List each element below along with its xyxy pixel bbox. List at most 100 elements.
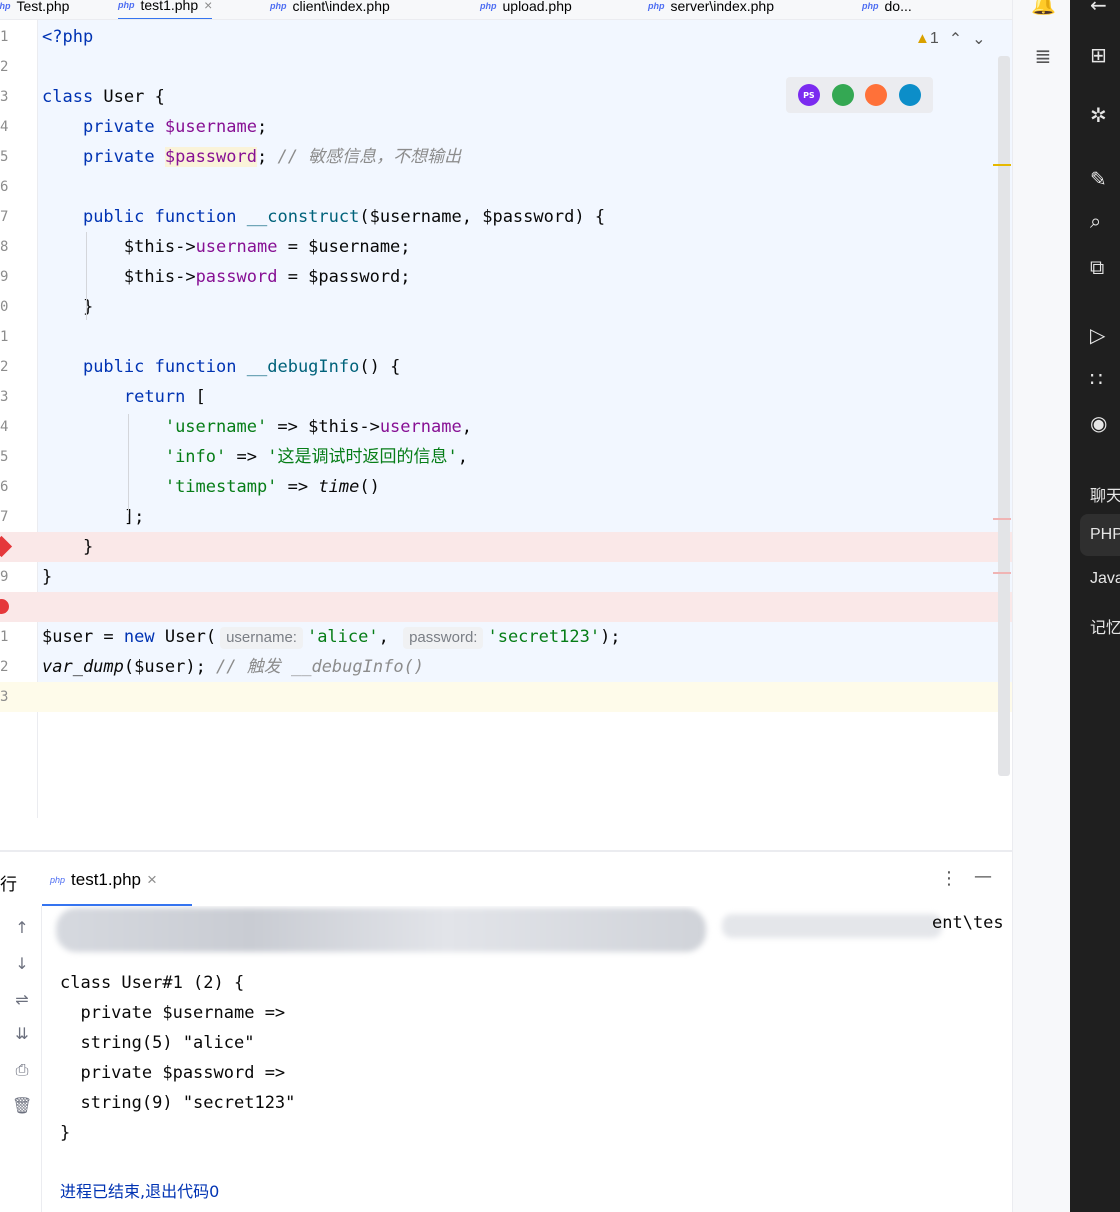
inspection-widget[interactable]: ▲1 ⌃ ⌄ [915,28,986,50]
line-number[interactable]: 9 [0,262,12,292]
code-text[interactable]: $this->password = $password; [42,262,411,292]
close-icon[interactable]: × [204,0,212,13]
line-number[interactable]: 8 [0,232,12,262]
apps-icon[interactable]: ∷ [1090,366,1116,392]
code-line[interactable]: 6 [0,172,1012,202]
code-text[interactable]: $user = new User(username:'alice', passw… [42,622,621,652]
chrome-icon[interactable] [831,84,854,106]
chevron-down-icon[interactable]: ⌄ [972,29,985,49]
code-line[interactable]: 9} [0,562,1012,592]
tab-5[interactable]: php do... [862,0,912,19]
code-text[interactable]: return [ [42,382,206,412]
code-text[interactable]: public function __construct($username, $… [42,202,605,232]
code-text[interactable]: class User { [42,82,165,112]
line-number[interactable]: 2 [0,652,12,682]
line-number[interactable]: 0 [0,292,12,322]
code-line[interactable]: 0 [0,592,1012,622]
line-number[interactable]: 9 [0,562,12,592]
edge-icon[interactable] [899,84,922,106]
code-text[interactable]: <?php [42,22,93,52]
code-line[interactable]: 5 'info' => '这是调试时返回的信息', [0,442,1012,472]
line-number[interactable]: 6 [0,472,12,502]
line-number[interactable]: 3 [0,382,12,412]
firefox-icon[interactable] [865,84,888,106]
line-number[interactable]: 4 [0,112,12,142]
code-line[interactable]: 7 ]; [0,502,1012,532]
scroll-to-end-icon[interactable]: ⇊ [12,1024,32,1044]
code-text[interactable]: 'info' => '这是调试时返回的信息', [42,442,468,472]
warning-icon[interactable]: ▲1 [915,30,939,48]
assistant-item-memory[interactable]: 记忆 [1090,614,1120,638]
breakpoint-stripe-mark[interactable] [993,572,1011,574]
trash-icon[interactable]: 🗑 [12,1096,32,1116]
console-output[interactable]: ent\tes class User#1 (2) { private $user… [42,906,1012,1212]
code-line[interactable]: 4 'username' => $this->username, [0,412,1012,442]
line-number[interactable]: 2 [0,352,12,382]
line-number[interactable]: 2 [0,52,12,82]
tab-4[interactable]: php server\index.php [648,0,774,19]
line-number[interactable]: 3 [0,682,12,712]
code-line[interactable]: 1 [0,322,1012,352]
tab-3[interactable]: php upload.php [480,0,572,19]
code-line[interactable]: 4 private $username; [0,112,1012,142]
code-line[interactable]: 6 'timestamp' => time() [0,472,1012,502]
search-icon[interactable]: ⌕ [1090,208,1116,234]
images-icon[interactable]: ⧉ [1090,254,1116,280]
code-editor[interactable]: 1 <?php 2 3 class User {4 private $username;… [0,20,1012,820]
assistant-item-java[interactable]: Java [1090,570,1120,588]
breakpoint-stripe-mark[interactable] [993,518,1011,520]
line-number[interactable]: 1 [0,622,12,652]
notifications-icon[interactable]: 🔔 [1031,0,1056,16]
code-line[interactable]: 3 return [ [0,382,1012,412]
code-line[interactable]: 3 [0,682,1012,712]
tab-2[interactable]: php client\index.php [270,0,390,19]
assistant-item-php[interactable]: PHP [1090,526,1120,544]
line-number[interactable]: 7 [0,202,12,232]
minimize-icon[interactable]: — [974,866,992,887]
line-number[interactable]: 7 [0,502,12,532]
line-number[interactable]: 5 [0,142,12,172]
code-text[interactable]: } [42,562,52,592]
tab-1[interactable]: php test1.php × [118,0,213,19]
back-arrow-icon[interactable]: ← [1090,0,1116,18]
tab-0[interactable]: php Test.php [0,0,69,19]
arrow-down-icon[interactable]: ↓ [12,954,32,974]
assistant-item-chat[interactable]: 聊天 [1090,482,1120,506]
code-text[interactable]: } [42,532,93,562]
code-line[interactable]: 2 public function __debugInfo() { [0,352,1012,382]
grid-icon[interactable]: ⊞ [1090,42,1116,68]
github-icon[interactable]: ◉ [1090,410,1116,436]
code-text[interactable]: var_dump($user); // 触发 __debugInfo() [42,652,424,682]
line-number[interactable]: 3 [0,82,12,112]
edit-icon[interactable]: ✎ [1090,166,1116,192]
more-options-icon[interactable]: ⋮ [940,868,958,889]
close-icon[interactable]: × [147,870,157,890]
line-number[interactable]: 1 [0,322,12,352]
code-text[interactable]: 'timestamp' => time() [42,472,380,502]
phpstorm-icon[interactable]: PS [797,84,820,106]
line-number[interactable]: 5 [0,442,12,472]
code-line[interactable]: 2 var_dump($user); // 触发 __debugInfo() [0,652,1012,682]
chevron-up-icon[interactable]: ⌃ [949,29,962,49]
code-line[interactable]: 1 $user = new User(username:'alice', pass… [0,622,1012,652]
code-text[interactable]: private $password; // 敏感信息，不想输出 [42,142,461,172]
line-number[interactable]: 1 [0,22,12,52]
soft-wrap-icon[interactable]: ⇌ [12,990,32,1010]
play-icon[interactable]: ▷ [1090,322,1116,348]
line-number[interactable]: 4 [0,412,12,442]
code-line[interactable]: 0 } [0,292,1012,322]
line-number[interactable]: 6 [0,172,12,202]
code-line[interactable]: 8 } [0,532,1012,562]
run-tab-test1[interactable]: php test1.php × [50,870,157,890]
code-line[interactable]: 5 private $password; // 敏感信息，不想输出 [0,142,1012,172]
code-text[interactable]: ]; [42,502,144,532]
code-text[interactable]: $this->username = $username; [42,232,411,262]
openai-logo-icon[interactable]: ✲ [1090,102,1116,128]
code-text[interactable]: private $username; [42,112,267,142]
code-text[interactable]: public function __debugInfo() { [42,352,400,382]
print-icon[interactable]: ⎙ [12,1060,32,1080]
code-line[interactable]: 8 $this->username = $username; [0,232,1012,262]
code-line[interactable]: 9 $this->password = $password; [0,262,1012,292]
code-line[interactable]: 7 public function __construct($username,… [0,202,1012,232]
warning-stripe-mark[interactable] [993,164,1011,166]
